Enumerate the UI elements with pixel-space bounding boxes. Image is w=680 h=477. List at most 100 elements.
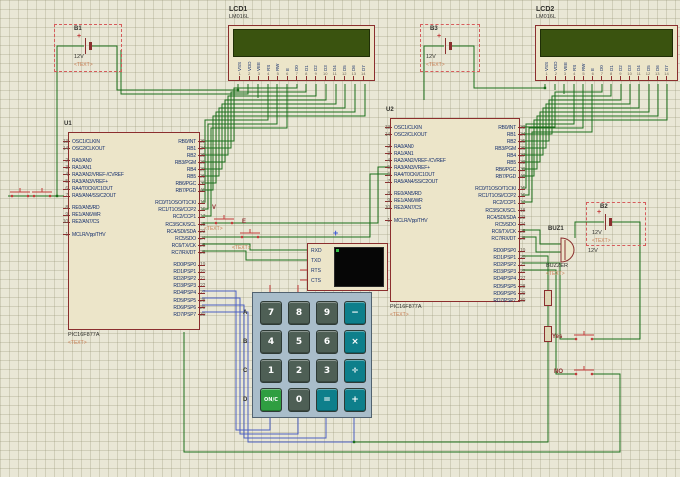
pin-number: 25 bbox=[200, 242, 206, 249]
pin-name: RA5/AN4/SS/C2OUT bbox=[72, 193, 117, 200]
push-button[interactable] bbox=[8, 187, 32, 199]
pin-name: RC7/RX/DT bbox=[491, 235, 516, 242]
pin-number: 17 bbox=[520, 200, 526, 207]
pin: 4 RA2/AN2/VREF-/CVREF bbox=[385, 157, 446, 164]
pin: 24 RC5/SDO bbox=[175, 235, 205, 242]
pin: 38 RB5 bbox=[187, 173, 206, 180]
u2-text: <TEXT> bbox=[390, 312, 409, 318]
u2-chip[interactable]: 13 OSC1/CLKIN 14 OSC2/CLKOUT 2 RA0/AN0 3… bbox=[384, 118, 526, 304]
pin-number: 24 bbox=[520, 221, 526, 228]
pin-name: RD3/PSP3 bbox=[173, 283, 196, 290]
no-push-button[interactable] bbox=[572, 365, 596, 377]
terminal-screen bbox=[334, 247, 384, 287]
pin-number: 34 bbox=[520, 131, 526, 138]
keypad-key[interactable]: 1 bbox=[260, 359, 282, 383]
lcd2-display[interactable]: VSS 1 VDD 2 VEE 3 RS 4 RW 5 E 6 D0 7 D1 … bbox=[535, 25, 678, 81]
keypad-key[interactable]: = bbox=[316, 388, 338, 412]
lcd1-display[interactable]: VSS 1 VDD 2 VEE 3 RS 4 RW 5 E 6 D0 7 D1 … bbox=[228, 25, 375, 81]
lcd-pin-number: 2 bbox=[248, 71, 251, 76]
lcd-pin-number: 4 bbox=[573, 71, 576, 76]
keypad-key[interactable]: 4 bbox=[260, 330, 282, 354]
lcd-pin: D4 11 bbox=[634, 58, 643, 80]
pin-number: 13 bbox=[62, 138, 68, 145]
keypad-key[interactable]: − bbox=[344, 301, 366, 325]
lcd-pin-name: D5 bbox=[645, 65, 651, 71]
keypad-key[interactable]: 0 bbox=[288, 388, 310, 412]
keypad-key[interactable]: 9 bbox=[316, 301, 338, 325]
virtual-terminal[interactable]: RXD TXD RTS CTS bbox=[307, 243, 388, 291]
lcd2-pins: VSS 1 VDD 2 VEE 3 RS 4 RW 5 E 6 D0 7 D1 … bbox=[542, 58, 671, 80]
pin-number: 16 bbox=[520, 193, 526, 200]
keypad-key[interactable]: 6 bbox=[316, 330, 338, 354]
lcd-pin-name: D7 bbox=[360, 65, 366, 71]
pin: 10 RE2/AN7/CS bbox=[385, 205, 422, 212]
b2-battery[interactable] bbox=[605, 214, 606, 230]
pin: 3 RA1/AN1 bbox=[384, 150, 414, 157]
pin-name: RD7/PSP7 bbox=[493, 297, 516, 304]
pin-name: RA5/AN4/SS/C2OUT bbox=[394, 179, 439, 186]
u1-right-pins: 33 RB0/INT 34 RB1 35 RB2 36 RB3/PGM 37 R… bbox=[155, 138, 206, 318]
keypad-keys: 7 8 9 − 4 5 6 × 1 2 3 ÷ ON/C 0 = + bbox=[260, 301, 366, 412]
pin-name: RC7/RX/DT bbox=[171, 249, 196, 256]
b1-battery-plate[interactable] bbox=[89, 42, 92, 50]
pin-name: RD0/PSP0 bbox=[173, 262, 196, 269]
resistor[interactable] bbox=[544, 290, 552, 306]
pin-number: 3 bbox=[387, 150, 390, 157]
pin-name: RC5/SDO bbox=[495, 221, 516, 228]
b2-battery-plate[interactable] bbox=[609, 218, 612, 226]
resistor[interactable] bbox=[544, 326, 552, 342]
b1-battery[interactable] bbox=[85, 38, 86, 54]
pin: 33 RB0/INT bbox=[178, 138, 205, 145]
b3-battery[interactable] bbox=[445, 38, 446, 54]
keypad-key[interactable]: + bbox=[344, 388, 366, 412]
lcd-pin-name: RS bbox=[571, 64, 577, 71]
b3-battery-plate[interactable] bbox=[449, 42, 452, 50]
lcd-pin: D2 9 bbox=[311, 58, 321, 80]
keypad-key[interactable]: × bbox=[344, 330, 366, 354]
pin-name: RC3/SCK/SCL bbox=[485, 207, 516, 214]
pin-name: OSC1/CLKIN bbox=[72, 138, 100, 145]
pin-name: MCLR/Vpp/THV bbox=[394, 217, 428, 224]
keypad-key[interactable]: 7 bbox=[260, 301, 282, 325]
buzzer-symbol[interactable] bbox=[558, 234, 592, 266]
no-button-label: NO bbox=[554, 369, 563, 375]
pin-name: OSC2/CLKOUT bbox=[72, 145, 106, 152]
pin-name: RC6/TX/CK bbox=[171, 242, 197, 249]
u2-right-pins: 33 RB0/INT 34 RB1 35 RB2 36 RB3/PGM 37 R… bbox=[475, 124, 526, 304]
pin: 38 RB5 bbox=[507, 159, 526, 166]
push-button[interactable] bbox=[30, 187, 54, 199]
u1-chip[interactable]: 13 OSC1/CLKIN 14 OSC2/CLKOUT 2 RA0/AN0 3… bbox=[62, 132, 206, 330]
lcd-pin-name: RW bbox=[275, 63, 281, 71]
lcd-pin: D5 12 bbox=[643, 58, 652, 80]
schematic-canvas: B1 + 12V <TEXT> B3 + 12V <TEXT> B2 + 12V… bbox=[0, 0, 680, 477]
keypad-key[interactable]: 8 bbox=[288, 301, 310, 325]
lcd-pin-number: 11 bbox=[332, 71, 337, 76]
yes-push-button[interactable] bbox=[572, 330, 596, 342]
u1-value: PIC16F877A bbox=[68, 332, 100, 338]
lcd-pin: D6 13 bbox=[349, 58, 359, 80]
lcd-pin-name: D6 bbox=[351, 65, 357, 71]
pin-number: 21 bbox=[200, 276, 206, 283]
pin: 15 RC0/T1OSO/T1CKI bbox=[475, 186, 525, 193]
lcd-pin: VDD 2 bbox=[551, 58, 560, 80]
pin: 20 RD1/PSP1 bbox=[173, 269, 205, 276]
yes-button-label: Yes bbox=[552, 334, 563, 340]
keypad-key[interactable]: ÷ bbox=[344, 359, 366, 383]
lcd-pin-number: 8 bbox=[305, 71, 308, 76]
pin: 35 RB2 bbox=[507, 138, 526, 145]
pin-name: RA3/AN3/VREF+ bbox=[394, 165, 430, 172]
pin-name: RB3/PGM bbox=[494, 145, 516, 152]
pin: 19 RD0/PSP0 bbox=[493, 248, 525, 255]
v-push-button[interactable] bbox=[212, 214, 236, 226]
lcd-pin: VDD 2 bbox=[245, 58, 255, 80]
pin-name: RB2 bbox=[186, 152, 196, 159]
keypad-key[interactable]: 5 bbox=[288, 330, 310, 354]
pin-number: 37 bbox=[200, 166, 206, 173]
e-push-button[interactable] bbox=[238, 228, 262, 240]
lcd-pin-number: 5 bbox=[276, 71, 279, 76]
keypad-key[interactable]: ON/C bbox=[260, 388, 282, 412]
keypad-key[interactable]: 3 bbox=[316, 359, 338, 383]
pin-name: RA2/AN2/VREF-/CVREF bbox=[394, 157, 446, 164]
keypad-key[interactable]: 2 bbox=[288, 359, 310, 383]
lcd-pin-name: VEE bbox=[256, 61, 262, 71]
